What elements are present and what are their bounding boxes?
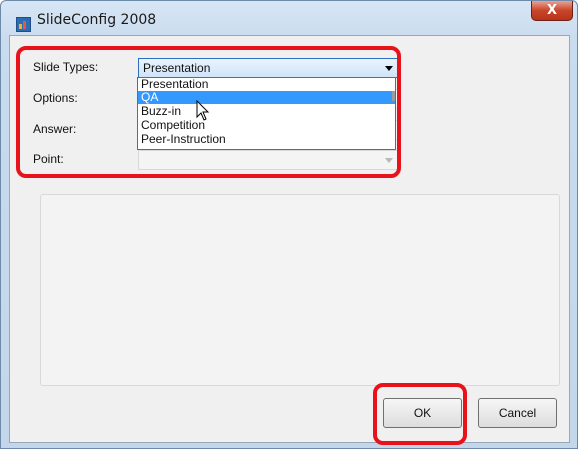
window-title: SlideConfig 2008 (37, 12, 157, 28)
content-panel (40, 194, 560, 386)
cancel-button[interactable]: Cancel (478, 398, 557, 428)
highlight-box-form (16, 46, 401, 178)
title-bar[interactable]: SlideConfig 2008 X (1, 1, 577, 35)
highlight-box-ok (373, 383, 467, 445)
app-icon (16, 17, 31, 32)
close-button[interactable]: X (531, 1, 573, 21)
